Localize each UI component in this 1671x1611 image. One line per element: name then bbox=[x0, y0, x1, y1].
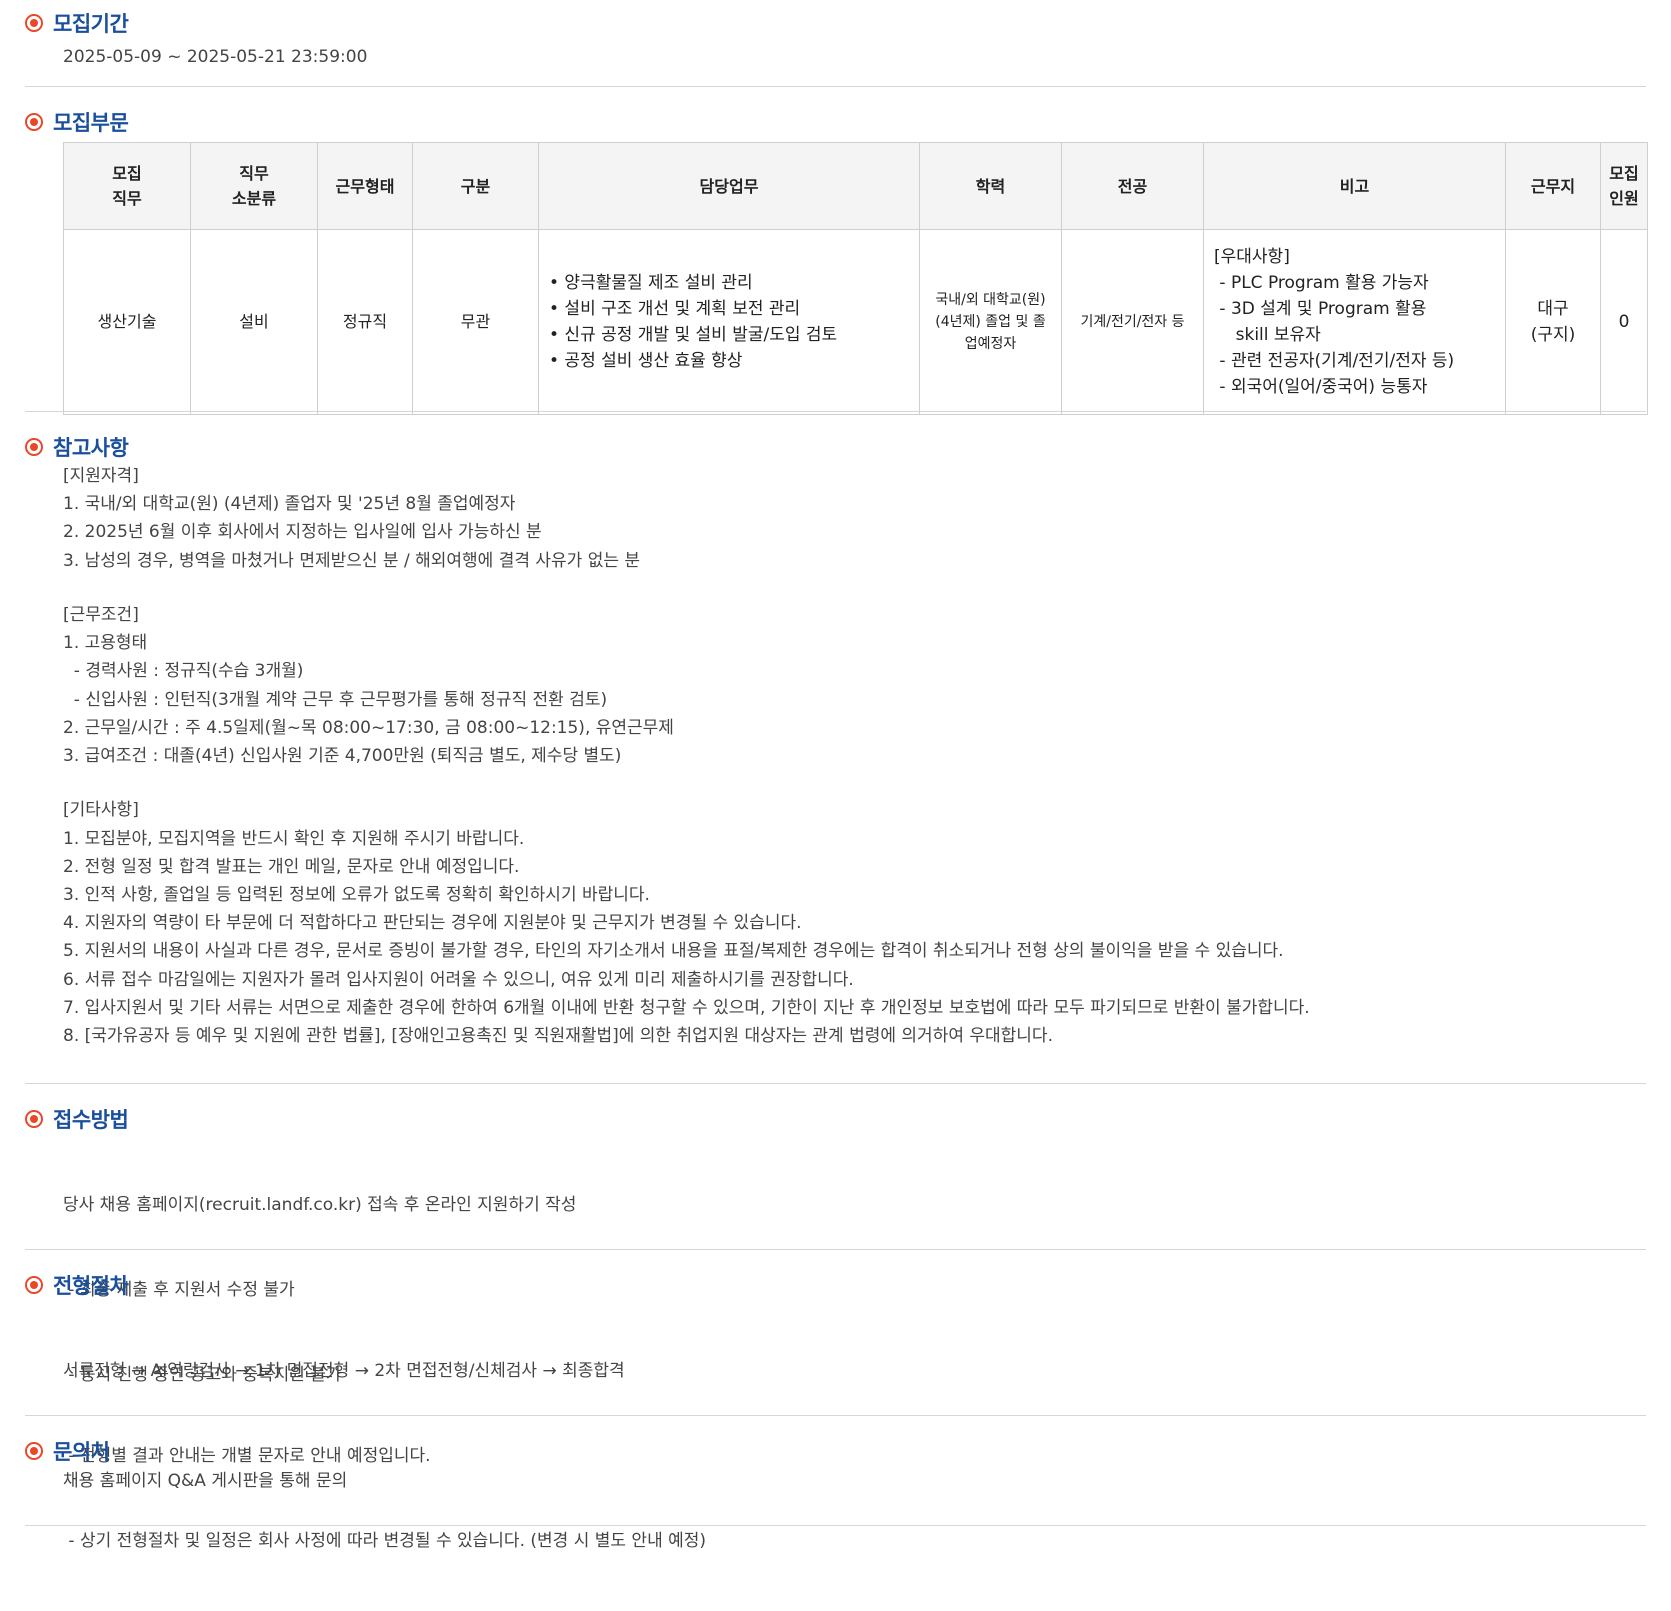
notes-line: [기타사항] bbox=[63, 800, 139, 821]
bullet-icon bbox=[25, 438, 43, 456]
notes-line: 3. 급여조건 : 대졸(4년) 신입사원 기준 4,700만원 (퇴직금 별도… bbox=[63, 746, 622, 767]
table-header-cell: 직무 소분류 bbox=[190, 142, 318, 230]
notes-line: 5. 지원서의 내용이 사실과 다른 경우, 문서로 증빙이 불가할 경우, 타… bbox=[63, 941, 1284, 962]
list-item: - 외국어(일어/중국어) 능통자 bbox=[1214, 377, 1428, 397]
bullet-icon bbox=[25, 1110, 43, 1128]
notes-line: 1. 국내/외 대학교(원) (4년제) 졸업자 및 '25년 8월 졸업예정자 bbox=[63, 494, 516, 515]
notes-line: 6. 서류 접수 마감일에는 지원자가 몰려 입사지원이 어려울 수 있으니, … bbox=[63, 969, 854, 990]
cell-education: 국내/외 대학교(원) (4년제) 졸업 및 졸 업예정자 bbox=[919, 229, 1062, 415]
notes-line bbox=[63, 770, 1646, 796]
remarks-list: [우대사항] - PLC Program 활용 가능자 - 3D 설계 및 Pr… bbox=[1214, 244, 1504, 400]
cell-headcount: 0 bbox=[1600, 229, 1648, 415]
section-title-row: 접수방법 bbox=[25, 1105, 1646, 1133]
table-header-cell: 모집 직무 bbox=[63, 142, 191, 230]
section-title-row: 모집기간 bbox=[25, 9, 1646, 37]
table-header-cell: 근무지 bbox=[1505, 142, 1601, 230]
list-item: • 공정 설비 생산 효율 향상 bbox=[549, 351, 743, 371]
notes-line: [근무조건] bbox=[63, 605, 139, 625]
cell-location: 대구 (구지) bbox=[1505, 229, 1601, 415]
list-item: - PLC Program 활용 가능자 bbox=[1214, 273, 1429, 293]
notes-line: 1. 모집분야, 모집지역을 반드시 확인 후 지원해 주시기 바랍니다. bbox=[63, 828, 525, 849]
cell-job: 생산기술 bbox=[63, 229, 191, 415]
notes-body: [지원자격] 1. 국내/외 대학교(원) (4년제) 졸업자 및 '25년 8월… bbox=[25, 462, 1646, 1050]
cell-category: 무관 bbox=[412, 229, 539, 415]
list-item: - 3D 설계 및 Program 활용 bbox=[1214, 299, 1427, 319]
table-header-cell: 전공 bbox=[1061, 142, 1204, 230]
positions-table: 모집 직무 직무 소분류 근무형태 구분 담당업무 학력 전공 비고 근무지 모집 인원 생산기술… bbox=[63, 142, 1648, 415]
notes-line: - 신입사원 : 인턴직(3개월 계약 근무 후 근무평가를 통해 정규직 전환… bbox=[63, 689, 608, 710]
section-period: 모집기간 2025-05-09 ~ 2025-05-21 23:59:00 bbox=[25, 0, 1646, 87]
bullet-icon bbox=[25, 14, 43, 32]
cell-major: 기계/전기/전자 등 bbox=[1061, 229, 1204, 415]
table-header-cell: 근무형태 bbox=[317, 142, 413, 230]
table-header-cell: 구분 bbox=[412, 142, 539, 230]
list-item: - 관련 전공자(기계/전기/전자 등) bbox=[1214, 351, 1455, 371]
duties-list: • 양극활물질 제조 설비 관리 • 설비 구조 개선 및 계획 보전 관리 •… bbox=[549, 270, 918, 374]
notes-line: 8. [국가유공자 등 예우 및 지원에 관한 법률], [장애인고용촉진 및 … bbox=[63, 1026, 1053, 1047]
section-contact: 문의처 채용 홈페이지 Q&A 게시판을 통해 문의 bbox=[25, 1416, 1646, 1526]
section-title: 모집부문 bbox=[53, 111, 129, 135]
notes-line: 2. 2025년 6월 이후 회사에서 지정하는 입사일에 입사 가능하신 분 bbox=[63, 522, 542, 543]
table-header-cell: 모집 인원 bbox=[1600, 142, 1648, 230]
section-title-row: 참고사항 bbox=[25, 433, 1646, 461]
notes-line: 2. 전형 일정 및 합격 발표는 개인 메일, 문자로 안내 예정입니다. bbox=[63, 856, 520, 877]
table-row: 생산기술 설비 정규직 무관 • 양극활물질 제조 설비 관리 • 설비 구조 … bbox=[63, 229, 1648, 415]
contact-value: 채용 홈페이지 Q&A 게시판을 통해 문의 bbox=[63, 1471, 348, 1491]
section-title-row: 문의처 bbox=[25, 1437, 1646, 1465]
bullet-icon bbox=[25, 113, 43, 131]
notes-line: 3. 남성의 경우, 병역을 마쳤거나 면제받으신 분 / 해외여행에 결격 사… bbox=[63, 550, 641, 571]
section-title: 모집기간 bbox=[53, 12, 129, 36]
period-value: 2025-05-09 ~ 2025-05-21 23:59:00 bbox=[63, 47, 368, 67]
cell-employment: 정규직 bbox=[317, 229, 413, 415]
process-line: 서류전형 → AI역량검사 → 1차 면접전형 → 2차 면접전형/신체검사 →… bbox=[63, 1361, 625, 1382]
list-item: • 신규 공정 개발 및 설비 발굴/도입 검토 bbox=[549, 325, 838, 345]
bullet-icon bbox=[25, 1442, 43, 1460]
list-item: • 양극활물질 제조 설비 관리 bbox=[549, 273, 753, 293]
list-item: • 설비 구조 개선 및 계획 보전 관리 bbox=[549, 299, 801, 319]
section-title-row: 전형절차 bbox=[25, 1271, 1646, 1299]
section-apply: 접수방법 당사 채용 홈페이지(recruit.landf.co.kr) 접속 … bbox=[25, 1084, 1646, 1385]
notes-line: 3. 인적 사항, 졸업일 등 입력된 정보에 오류가 없도록 정확히 확인하시… bbox=[63, 885, 650, 906]
apply-line: 당사 채용 홈페이지(recruit.landf.co.kr) 접속 후 온라인… bbox=[63, 1195, 577, 1216]
section-title: 참고사항 bbox=[53, 436, 129, 460]
table-header-cell: 담당업무 bbox=[538, 142, 920, 230]
section-process: 전형절차 서류전형 → AI역량검사 → 1차 면접전형 → 2차 면접전형/신… bbox=[25, 1250, 1646, 1551]
section-title: 전형절차 bbox=[53, 1274, 129, 1298]
process-line: - 상기 전형절차 및 일정은 회사 사정에 따라 변경될 수 있습니다. (변… bbox=[63, 1530, 707, 1551]
job-posting-page: 모집기간 2025-05-09 ~ 2025-05-21 23:59:00 모집… bbox=[0, 0, 1671, 1551]
notes-line bbox=[63, 575, 1646, 601]
notes-line: 1. 고용형태 bbox=[63, 633, 148, 654]
list-item: [우대사항] bbox=[1214, 247, 1290, 267]
list-item: skill 보유자 bbox=[1214, 325, 1321, 345]
section-title: 접수방법 bbox=[53, 1108, 129, 1132]
section-division: 모집부문 모집 직무 직무 소분류 근무형태 구분 담당업무 학력 전공 비고 근무지 모집 인원… bbox=[25, 87, 1648, 415]
section-title: 문의처 bbox=[53, 1440, 110, 1464]
section-notes: 참고사항 [지원자격] 1. 국내/외 대학교(원) (4년제) 졸업자 및 '2… bbox=[25, 412, 1646, 1084]
notes-line: 4. 지원자의 역량이 타 부문에 더 적합하다고 판단되는 경우에 지원분야 … bbox=[63, 913, 802, 934]
cell-remarks: [우대사항] - PLC Program 활용 가능자 - 3D 설계 및 Pr… bbox=[1203, 229, 1506, 415]
table-header-cell: 비고 bbox=[1203, 142, 1506, 230]
notes-line: [지원자격] bbox=[63, 466, 139, 486]
section-title-row: 모집부문 bbox=[25, 108, 1646, 136]
bullet-icon bbox=[25, 1276, 43, 1294]
notes-line: 2. 근무일/시간 : 주 4.5일제(월~목 08:00~17:30, 금 0… bbox=[63, 717, 674, 738]
table-header-cell: 학력 bbox=[919, 142, 1062, 230]
notes-line: 7. 입사지원서 및 기타 서류는 서면으로 제출한 경우에 한하여 6개월 이… bbox=[63, 997, 1310, 1018]
cell-duties: • 양극활물질 제조 설비 관리 • 설비 구조 개선 및 계획 보전 관리 •… bbox=[538, 229, 920, 415]
notes-line: - 경력사원 : 정규직(수습 3개월) bbox=[63, 661, 304, 682]
cell-subclass: 설비 bbox=[190, 229, 318, 415]
table-header-row: 모집 직무 직무 소분류 근무형태 구분 담당업무 학력 전공 비고 근무지 모집 인원 bbox=[63, 142, 1648, 230]
